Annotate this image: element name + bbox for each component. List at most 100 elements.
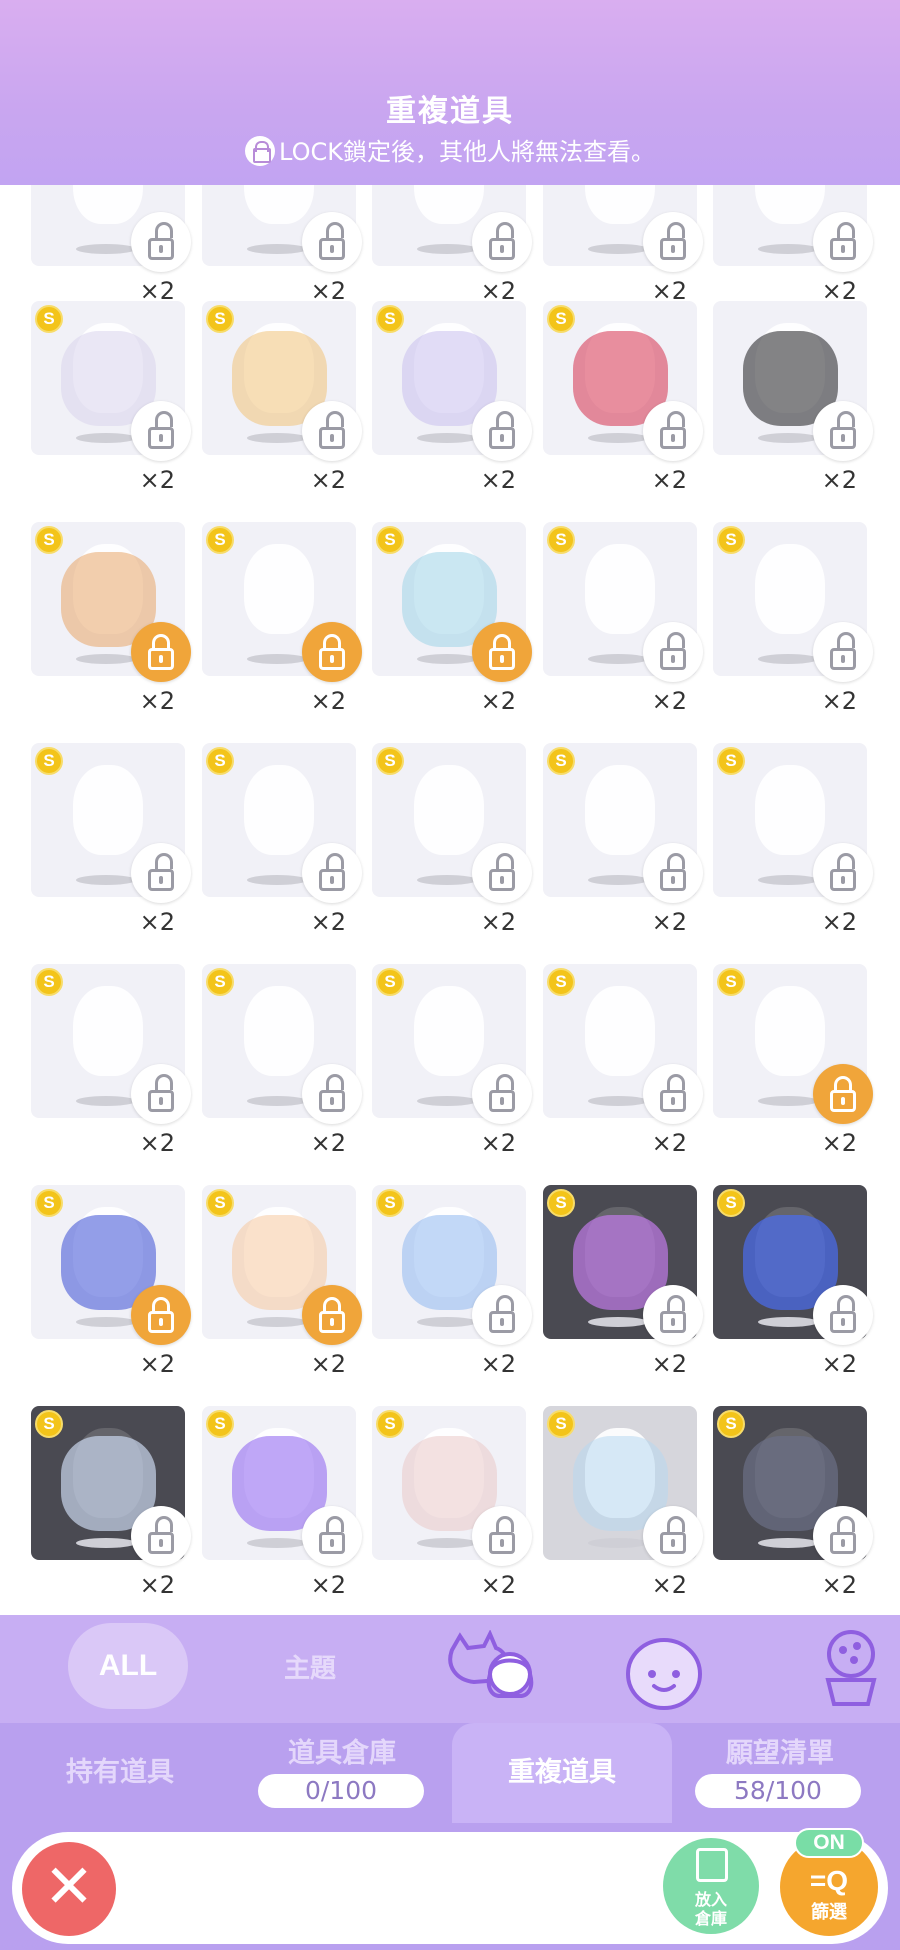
coin-icon: S xyxy=(717,968,745,996)
lock-shackle xyxy=(155,853,173,869)
unlocked-icon[interactable] xyxy=(131,1064,191,1124)
lock-dot xyxy=(841,1539,845,1547)
hair-category-icon[interactable] xyxy=(438,1630,542,1702)
unlocked-icon[interactable] xyxy=(813,212,873,272)
accessory-category-icon[interactable] xyxy=(816,1628,886,1714)
locked-icon[interactable] xyxy=(302,1285,362,1345)
unlocked-icon[interactable] xyxy=(643,622,703,682)
item-quantity: ×2 xyxy=(480,687,516,715)
tab-item-storage[interactable]: 道具倉庫 xyxy=(252,1723,432,1823)
unlocked-icon[interactable] xyxy=(472,401,532,461)
unlocked-icon[interactable] xyxy=(472,1506,532,1566)
unlocked-icon[interactable] xyxy=(643,1506,703,1566)
unlocked-icon[interactable] xyxy=(302,1064,362,1124)
lock-shackle xyxy=(496,411,514,427)
unlocked-icon[interactable] xyxy=(302,843,362,903)
unlocked-icon[interactable] xyxy=(643,212,703,272)
coin-icon: S xyxy=(206,1189,234,1217)
coin-icon: S xyxy=(35,747,63,775)
item-quantity: ×2 xyxy=(139,687,175,715)
unlocked-icon[interactable] xyxy=(472,1064,532,1124)
unlocked-icon[interactable] xyxy=(302,212,362,272)
storage-box-icon xyxy=(696,1848,728,1882)
lock-dot xyxy=(841,876,845,884)
item-quantity: ×2 xyxy=(139,466,175,494)
unlocked-icon[interactable] xyxy=(131,843,191,903)
lock-dot xyxy=(500,1097,504,1105)
unlocked-icon[interactable] xyxy=(643,401,703,461)
unlocked-icon[interactable] xyxy=(472,212,532,272)
item-shadow xyxy=(758,875,818,885)
item-shadow xyxy=(417,875,477,885)
coin-icon: S xyxy=(547,1410,575,1438)
lock-dot xyxy=(500,434,504,442)
lock-shackle xyxy=(837,1516,855,1532)
item-quantity: ×2 xyxy=(139,908,175,936)
coin-icon: S xyxy=(376,526,404,554)
category-theme[interactable]: 主題 xyxy=(270,1648,350,1685)
category-all[interactable]: ALL xyxy=(68,1623,188,1709)
face-category-icon[interactable] xyxy=(622,1630,706,1714)
item-quantity: ×2 xyxy=(310,1129,346,1157)
locked-icon[interactable] xyxy=(472,622,532,682)
storage-button-line1: 放入 xyxy=(694,1890,727,1909)
item-shadow xyxy=(76,244,136,254)
locked-icon[interactable] xyxy=(131,622,191,682)
unlocked-icon[interactable] xyxy=(813,401,873,461)
locked-icon[interactable] xyxy=(302,622,362,682)
item-thumbnail xyxy=(244,986,314,1076)
item-thumbnail xyxy=(414,986,484,1076)
close-button[interactable]: ✕ xyxy=(22,1842,116,1936)
item-thumbnail xyxy=(585,986,655,1076)
item-quantity: ×2 xyxy=(310,1571,346,1599)
item-thumbnail xyxy=(73,986,143,1076)
locked-icon[interactable] xyxy=(131,1285,191,1345)
lock-dot xyxy=(671,245,675,253)
put-in-storage-button[interactable]: 放入 倉庫 xyxy=(663,1838,759,1934)
item-shadow xyxy=(247,1096,307,1106)
lock-dot xyxy=(159,1539,163,1547)
item-thumbnail xyxy=(414,765,484,855)
filter-on-badge: ON xyxy=(794,1828,864,1858)
lock-dot xyxy=(671,434,675,442)
lock-shackle xyxy=(326,1074,344,1090)
unlocked-icon[interactable] xyxy=(643,1064,703,1124)
unlocked-icon[interactable] xyxy=(813,622,873,682)
item-shadow xyxy=(758,654,818,664)
unlocked-icon[interactable] xyxy=(302,401,362,461)
unlocked-icon[interactable] xyxy=(643,1285,703,1345)
coin-icon: S xyxy=(206,747,234,775)
unlocked-icon[interactable] xyxy=(813,1506,873,1566)
item-shadow xyxy=(247,433,307,443)
item-shadow xyxy=(76,875,136,885)
lock-shackle xyxy=(667,411,685,427)
unlocked-icon[interactable] xyxy=(131,1506,191,1566)
tab-owned-items[interactable]: 持有道具 xyxy=(40,1723,200,1823)
unlocked-icon[interactable] xyxy=(472,1285,532,1345)
item-quantity: ×2 xyxy=(651,687,687,715)
lock-dot xyxy=(159,655,163,663)
unlocked-icon[interactable] xyxy=(813,1285,873,1345)
locked-icon[interactable] xyxy=(813,1064,873,1124)
filter-button[interactable]: ON =Q 篩選 xyxy=(780,1828,878,1936)
unlocked-icon[interactable] xyxy=(302,1506,362,1566)
item-quantity: ×2 xyxy=(651,466,687,494)
tab-wishlist[interactable]: 願望清單 xyxy=(690,1723,870,1823)
lock-shackle xyxy=(326,853,344,869)
item-shadow xyxy=(247,1317,307,1327)
unlocked-icon[interactable] xyxy=(643,843,703,903)
item-quantity: ×2 xyxy=(139,1350,175,1378)
lock-shackle xyxy=(155,411,173,427)
unlocked-icon[interactable] xyxy=(131,401,191,461)
item-quantity: ×2 xyxy=(310,466,346,494)
item-quantity: ×2 xyxy=(821,466,857,494)
coin-icon: S xyxy=(717,1410,745,1438)
tab-duplicate-items[interactable]: 重複道具 xyxy=(452,1723,672,1823)
unlocked-icon[interactable] xyxy=(472,843,532,903)
lock-shackle xyxy=(326,411,344,427)
unlocked-icon[interactable] xyxy=(813,843,873,903)
item-quantity: ×2 xyxy=(651,1571,687,1599)
item-quantity: ×2 xyxy=(651,1129,687,1157)
lock-dot xyxy=(330,876,334,884)
unlocked-icon[interactable] xyxy=(131,212,191,272)
